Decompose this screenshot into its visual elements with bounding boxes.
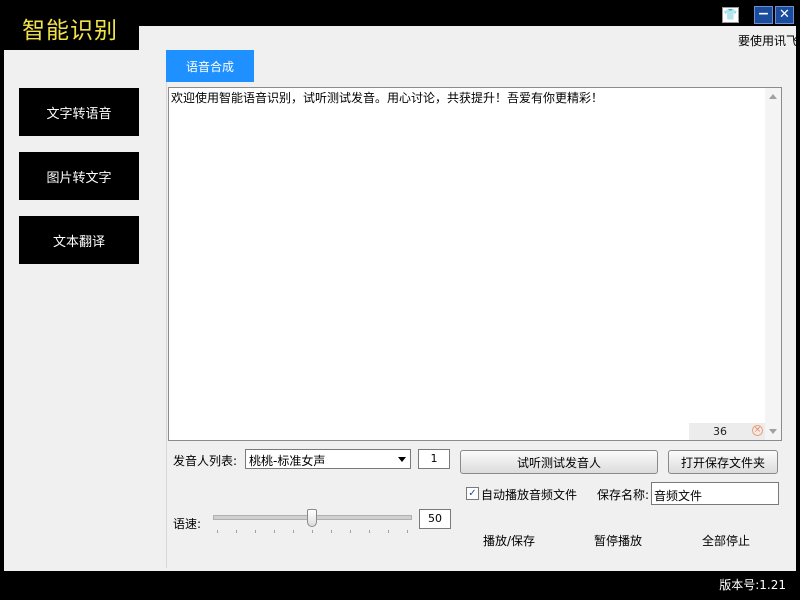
- save-name-value: 音频文件: [654, 489, 703, 503]
- skin-icon[interactable]: 👕: [722, 7, 739, 23]
- speed-slider-ticks: [217, 530, 408, 534]
- slider-tick: [312, 530, 313, 533]
- voice-count-field[interactable]: 1: [418, 449, 450, 469]
- slider-tick: [217, 530, 218, 533]
- sidebar-item-text-to-speech[interactable]: 文字转语音: [19, 88, 139, 136]
- slider-tick: [331, 530, 332, 533]
- tab-speech-synthesis[interactable]: 语音合成: [166, 50, 254, 82]
- status-bar: 版本号:1.21: [4, 571, 796, 596]
- stop-all-button[interactable]: 全部停止: [702, 532, 750, 549]
- speed-value-field[interactable]: 50: [419, 509, 451, 529]
- notice-text: 要使用讯飞: [738, 34, 799, 48]
- slider-tick: [369, 530, 370, 533]
- autoplay-label: 自动播放音频文件: [481, 488, 578, 502]
- speed-label: 语速:: [173, 517, 202, 531]
- slider-tick: [388, 530, 389, 533]
- scroll-down-icon[interactable]: [769, 429, 777, 434]
- autoplay-checkbox[interactable]: ✓: [466, 487, 479, 500]
- save-name-label: 保存名称:: [597, 488, 650, 502]
- test-voice-button[interactable]: 试听测试发音人: [460, 450, 658, 474]
- voice-select[interactable]: 桃桃-标准女声: [245, 449, 411, 469]
- slider-tick: [255, 530, 256, 533]
- char-counter: 36 ×: [689, 423, 765, 440]
- close-button[interactable]: ✕: [775, 6, 794, 24]
- scroll-up-icon[interactable]: [769, 94, 777, 99]
- app-title: 智能识别: [22, 18, 118, 44]
- save-name-input[interactable]: 音频文件: [651, 482, 779, 505]
- sidebar-item-translate[interactable]: 文本翻译: [19, 216, 139, 264]
- text-editor[interactable]: 欢迎使用智能语音识别，试听测试发音。用心讨论，共获提升！吾爱有你更精彩！ 36 …: [168, 87, 782, 441]
- clear-icon[interactable]: ×: [752, 425, 763, 436]
- voice-list-label: 发音人列表:: [173, 454, 238, 468]
- version-label: 版本号:1.21: [719, 578, 786, 592]
- char-count: 36: [713, 425, 727, 438]
- open-folder-button[interactable]: 打开保存文件夹: [668, 450, 778, 474]
- play-save-button[interactable]: 播放/保存: [483, 532, 535, 549]
- slider-tick: [274, 530, 275, 533]
- slider-tick: [407, 530, 408, 533]
- editor-text[interactable]: 欢迎使用智能语音识别，试听测试发音。用心讨论，共获提升！吾爱有你更精彩！: [171, 89, 603, 106]
- minimize-button[interactable]: −: [754, 6, 773, 24]
- sidebar-item-image-to-text[interactable]: 图片转文字: [19, 152, 139, 200]
- vertical-scrollbar[interactable]: [765, 88, 781, 440]
- voice-select-value: 桃桃-标准女声: [249, 454, 326, 468]
- slider-tick: [350, 530, 351, 533]
- slider-tick: [293, 530, 294, 533]
- slider-tick: [236, 530, 237, 533]
- chevron-down-icon: [398, 457, 406, 462]
- pause-button[interactable]: 暂停播放: [594, 532, 642, 549]
- speed-slider-thumb[interactable]: [306, 509, 317, 527]
